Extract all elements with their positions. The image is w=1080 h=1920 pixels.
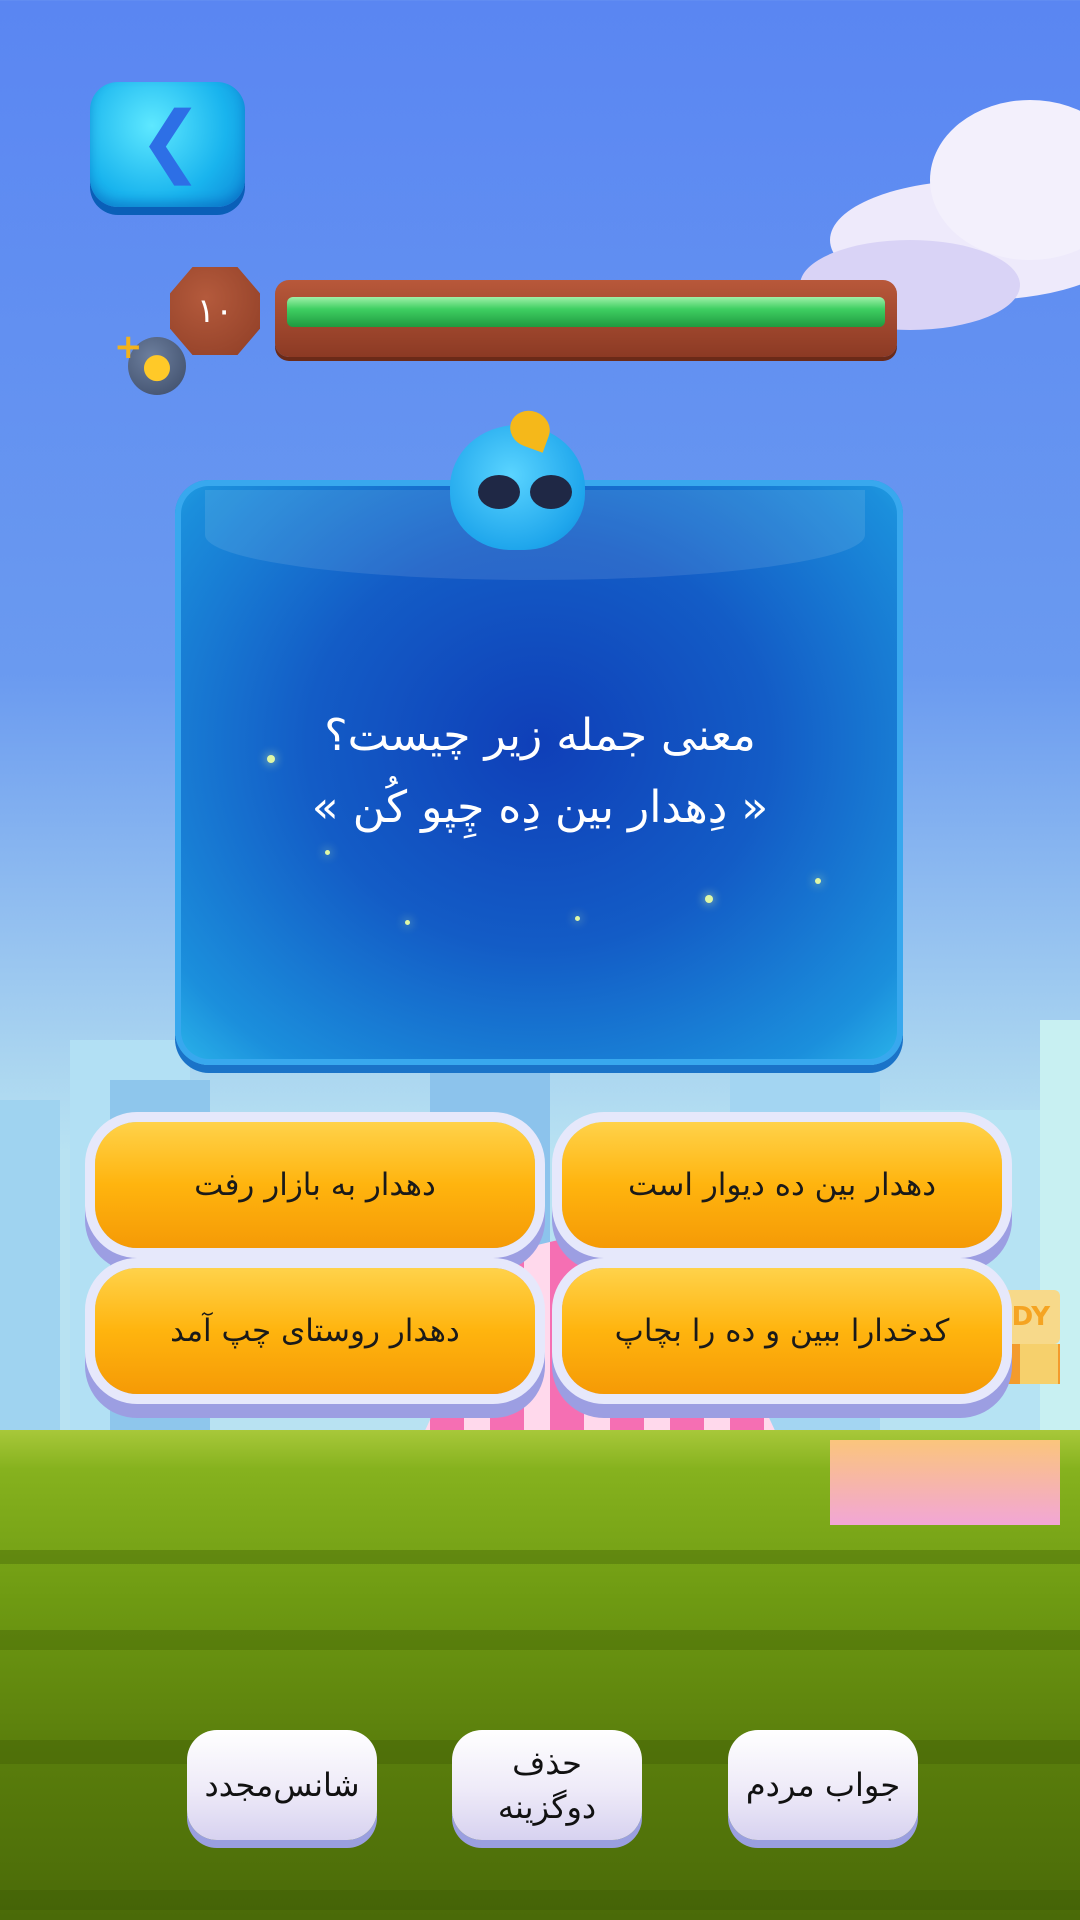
- answer-label: کدخدارا ببین و ده را بچاپ: [614, 1313, 950, 1349]
- chevron-left-icon: ❮: [138, 96, 204, 186]
- grass-stripe: [0, 1630, 1080, 1650]
- plus-icon: +: [114, 327, 143, 367]
- candy-counter: [830, 1440, 1060, 1525]
- back-button[interactable]: ❮: [90, 82, 245, 207]
- sparkle: [815, 878, 821, 884]
- answer-option-4[interactable]: دهدار روستای چپ آمد: [95, 1268, 535, 1394]
- question-line-2: « دِهدار بین دِه چِپو کُن »: [311, 782, 769, 833]
- grass-stripe: [0, 1550, 1080, 1564]
- question-line-1: معنی جمله زیر چیست؟: [324, 710, 756, 761]
- answer-label: دهدار بین ده دیوار است: [627, 1167, 937, 1203]
- alien-mascot: [450, 405, 585, 550]
- progress-fill: [287, 297, 885, 327]
- answer-option-2[interactable]: دهدار به بازار رفت: [95, 1122, 535, 1248]
- question-text: معنی جمله زیر چیست؟ « دِهدار بین دِه چِپ…: [0, 700, 1080, 844]
- answer-option-3[interactable]: کدخدارا ببین و ده را بچاپ: [562, 1268, 1002, 1394]
- level-badge: ۱۰: [170, 267, 260, 355]
- sparkle: [405, 920, 410, 925]
- helper-label: جواب مردم: [745, 1766, 901, 1804]
- helper-label-line: حذف: [512, 1744, 582, 1782]
- answer-label: دهدار به بازار رفت: [194, 1167, 436, 1203]
- remove-two-options-button[interactable]: حذف دوگزینه: [452, 1730, 642, 1840]
- sparkle: [705, 895, 713, 903]
- answer-label: دهدار روستای چپ آمد: [170, 1313, 460, 1349]
- people-answer-button[interactable]: جواب مردم: [728, 1730, 918, 1840]
- helper-label: شانس‌مجدد: [204, 1766, 360, 1804]
- sparkle: [575, 916, 580, 921]
- sparkle: [325, 850, 330, 855]
- grass-stripe: [0, 1890, 1080, 1910]
- lightbulb-icon: ●: [142, 346, 172, 386]
- level-number: ۱۰: [196, 291, 234, 331]
- progress-bar: [275, 280, 897, 357]
- mascot-eye: [530, 475, 572, 509]
- answer-option-1[interactable]: دهدار بین ده دیوار است: [562, 1122, 1002, 1248]
- helper-label: حذف دوگزینه: [498, 1741, 596, 1829]
- building: [0, 1100, 60, 1440]
- helper-label-line: دوگزینه: [497, 1788, 597, 1826]
- retry-chance-button[interactable]: شانس‌مجدد: [187, 1730, 377, 1840]
- mascot-eye: [478, 475, 520, 509]
